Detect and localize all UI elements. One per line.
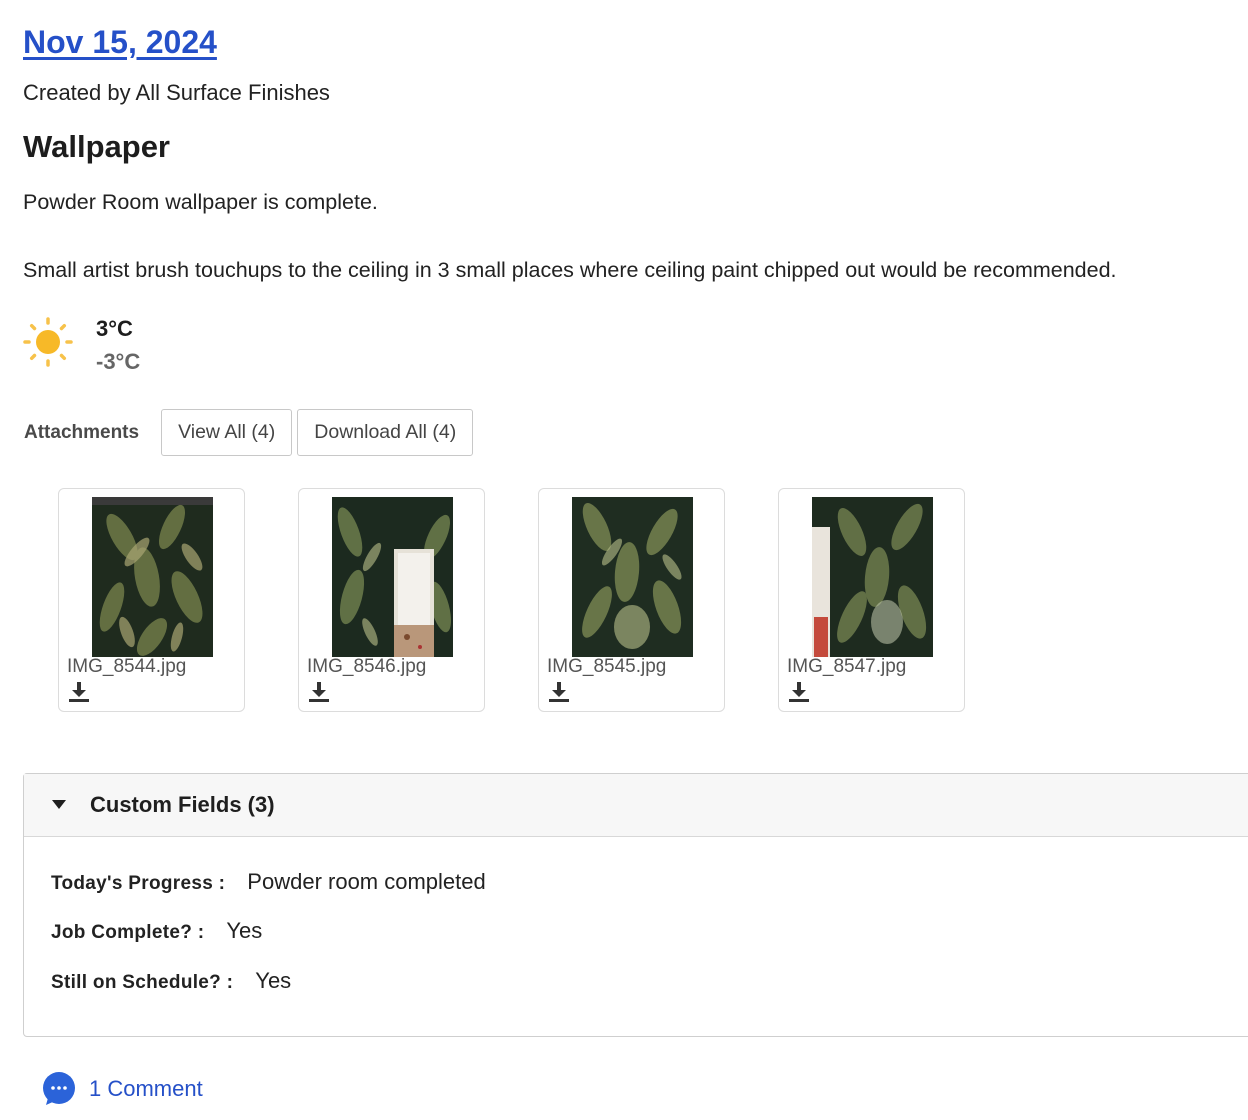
custom-fields-toggle[interactable]: Custom Fields (3) <box>24 774 1248 837</box>
note-paragraph: Small artist brush touchups to the ceili… <box>23 258 1117 282</box>
attachments-toolbar: Attachments View All (4) Download All (4… <box>24 409 478 456</box>
attachment-card[interactable]: IMG_8547.jpg <box>778 488 965 712</box>
field-label: Still on Schedule? : <box>51 972 234 993</box>
attachment-filename: IMG_8546.jpg <box>307 656 427 677</box>
view-all-button[interactable]: View All (4) <box>161 409 293 456</box>
field-label: Job Complete? : <box>51 922 205 943</box>
custom-fields-panel: Custom Fields (3) Today's Progress : Pow… <box>23 773 1248 1037</box>
attachment-image[interactable] <box>92 497 213 657</box>
attachment-card[interactable]: IMG_8545.jpg <box>538 488 725 712</box>
temperature-low: -3°C <box>96 349 141 374</box>
custom-fields-title: Custom Fields (3) <box>90 792 275 817</box>
field-label: Today's Progress : <box>51 873 226 894</box>
download-icon[interactable] <box>308 681 330 703</box>
comments-link[interactable]: 1 Comment <box>42 1072 203 1106</box>
attachment-image[interactable] <box>332 497 453 657</box>
comments-count[interactable]: 1 Comment <box>89 1076 203 1102</box>
attachment-card[interactable]: IMG_8544.jpg <box>58 488 245 712</box>
log-date-link[interactable]: Nov 15, 2024 <box>23 22 217 62</box>
log-notes: Powder Room wallpaper is complete. Small… <box>23 188 1117 284</box>
field-value: Powder room completed <box>247 869 486 894</box>
attachment-card[interactable]: IMG_8546.jpg <box>298 488 485 712</box>
attachment-image[interactable] <box>812 497 933 657</box>
comment-bubble-icon <box>43 1072 75 1105</box>
custom-field-row: Job Complete? : Yes <box>51 918 262 944</box>
sun-icon <box>23 317 73 367</box>
download-icon[interactable] <box>548 681 570 703</box>
weather-summary: 3°C -3°C <box>22 312 140 378</box>
download-icon[interactable] <box>68 681 90 703</box>
note-paragraph: Powder Room wallpaper is complete. <box>23 190 378 214</box>
attachment-filename: IMG_8544.jpg <box>67 656 187 677</box>
attachment-filename: IMG_8545.jpg <box>547 656 667 677</box>
attachment-filename: IMG_8547.jpg <box>787 656 907 677</box>
log-title: Wallpaper <box>23 129 170 164</box>
attachments-label: Attachments <box>24 421 140 443</box>
caret-down-icon <box>52 800 66 809</box>
temperature-high: 3°C <box>96 316 133 341</box>
created-by-text: Created by All Surface Finishes <box>23 80 330 105</box>
custom-field-row: Today's Progress : Powder room completed <box>51 869 486 895</box>
attachment-image[interactable] <box>572 497 693 657</box>
attachment-gallery: IMG_8544.jpg IMG_8546.jpg IMG_8545.jpg I… <box>58 488 1018 712</box>
field-value: Yes <box>255 968 292 993</box>
download-icon[interactable] <box>788 681 810 703</box>
field-value: Yes <box>226 918 263 943</box>
custom-field-row: Still on Schedule? : Yes <box>51 968 291 994</box>
download-all-button[interactable]: Download All (4) <box>297 409 474 456</box>
